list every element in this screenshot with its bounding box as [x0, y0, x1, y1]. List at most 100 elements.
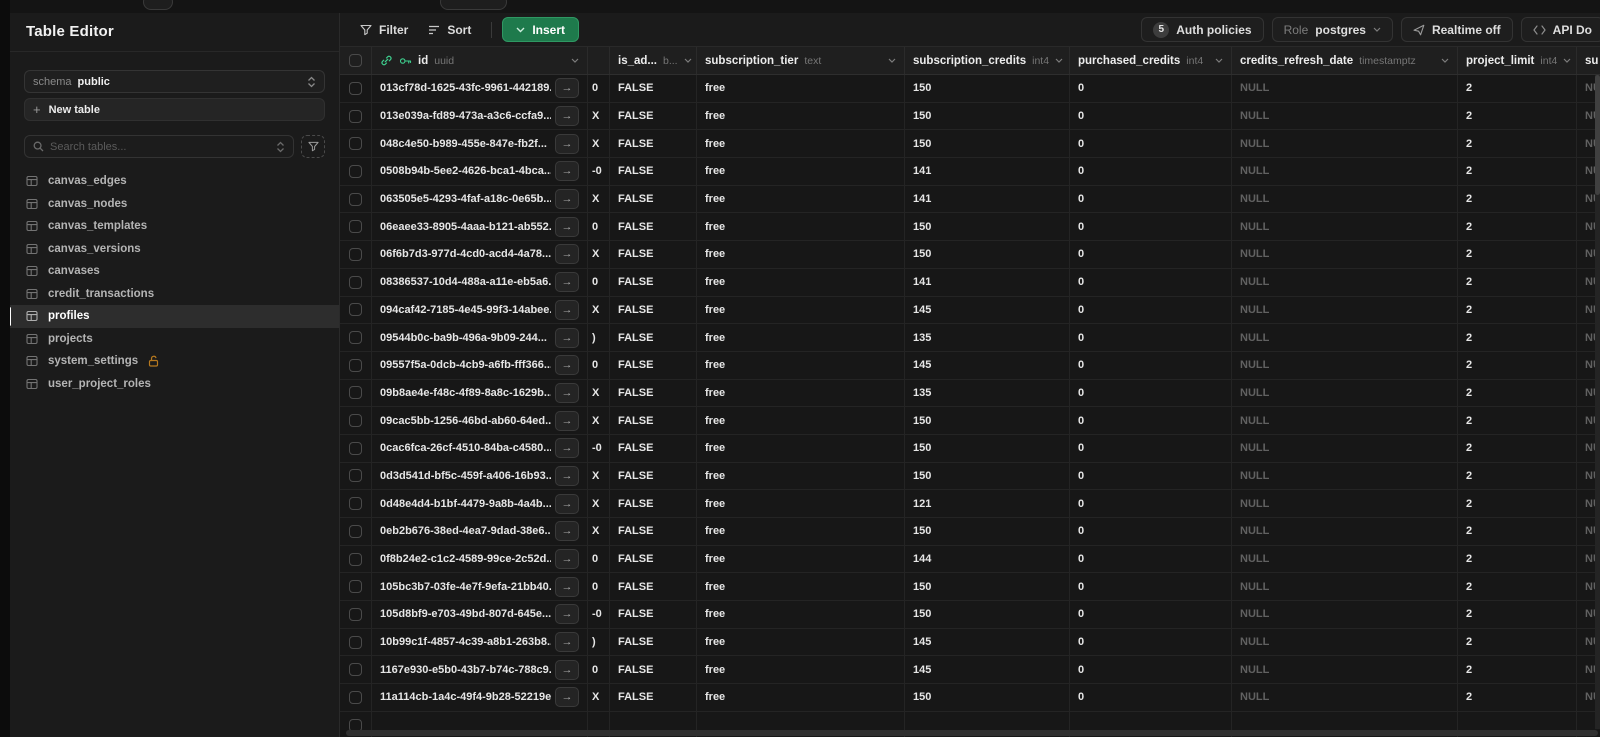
expand-row-button[interactable]: →: [555, 189, 579, 210]
cell-project-limit[interactable]: 2: [1458, 324, 1577, 351]
cell-id[interactable]: 09557f5a-0dcb-4cb9-a6fb-fff366... →: [372, 351, 588, 379]
sort-button[interactable]: Sort: [418, 18, 481, 42]
table-row[interactable]: 09557f5a-0dcb-4cb9-a6fb-fff366... → 0 FA…: [340, 351, 1600, 380]
cell-project-limit[interactable]: 2: [1458, 462, 1577, 490]
column-header-project-limit[interactable]: project_limit int4: [1458, 47, 1577, 74]
cell-credits-refresh-date[interactable]: NULL: [1232, 628, 1458, 656]
cell-clipped[interactable]: X: [588, 462, 610, 490]
cell-id[interactable]: 094caf42-7185-4e45-99f3-14abee... →: [372, 296, 588, 324]
cell-is-admin[interactable]: FALSE: [610, 490, 697, 517]
insert-button[interactable]: Insert: [502, 17, 580, 42]
cell-is-admin[interactable]: FALSE: [610, 158, 697, 185]
cell-clipped[interactable]: -0: [588, 601, 610, 628]
cell-subscription-tier[interactable]: free: [697, 102, 905, 130]
cell-subscription-tier[interactable]: free: [697, 518, 905, 545]
cell-subscription-tier[interactable]: free: [697, 296, 905, 324]
cell-id[interactable]: 063505e5-4293-4faf-a18c-0e65b... →: [372, 185, 588, 213]
cell-purchased-credits[interactable]: 0: [1070, 241, 1232, 268]
table-row[interactable]: 013cf78d-1625-43fc-9961-442189... → 0 FA…: [340, 75, 1600, 103]
cell-subscription-credits[interactable]: 150: [905, 75, 1070, 102]
cell-purchased-credits[interactable]: 0: [1070, 75, 1232, 102]
cell-id[interactable]: 0cac6fca-26cf-4510-84ba-c4580... →: [372, 434, 588, 462]
expand-row-button[interactable]: →: [555, 659, 579, 680]
cell-clipped[interactable]: 0: [588, 351, 610, 379]
cell-subscription-credits[interactable]: 150: [905, 434, 1070, 462]
cell-credits-refresh-date[interactable]: NULL: [1232, 656, 1458, 684]
row-checkbox[interactable]: [349, 358, 362, 372]
table-row[interactable]: 06eaee33-8905-4aaa-b121-ab552... → 0 FAL…: [340, 213, 1600, 242]
expand-row-button[interactable]: →: [555, 272, 579, 293]
cell-project-limit[interactable]: 2: [1458, 518, 1577, 545]
cell-subscription-tier[interactable]: free: [697, 545, 905, 573]
row-checkbox[interactable]: [349, 663, 362, 677]
row-checkbox[interactable]: [349, 247, 362, 261]
cell-project-limit[interactable]: 2: [1458, 545, 1577, 573]
cell-subscription-credits[interactable]: 150: [905, 462, 1070, 490]
cell-id[interactable]: 10b99c1f-4857-4c39-a8b1-263b8... →: [372, 628, 588, 656]
cell-project-limit[interactable]: 2: [1458, 268, 1577, 296]
table-row[interactable]: 048c4e50-b989-455e-847e-fb2f... → X FALS…: [340, 130, 1600, 159]
chevron-down-icon[interactable]: [1563, 58, 1571, 63]
cell-is-admin[interactable]: FALSE: [610, 75, 697, 102]
cell-is-admin[interactable]: FALSE: [610, 351, 697, 379]
table-row[interactable]: 0cac6fca-26cf-4510-84ba-c4580... → -0 FA…: [340, 434, 1600, 463]
cell-is-admin[interactable]: FALSE: [610, 130, 697, 158]
cell-clipped[interactable]: X: [588, 296, 610, 324]
cell-id[interactable]: 013e039a-fd89-473a-a3c6-ccfa9... →: [372, 102, 588, 130]
cell-credits-refresh-date[interactable]: NULL: [1232, 462, 1458, 490]
cell-subscription-credits[interactable]: 150: [905, 407, 1070, 434]
table-row[interactable]: 0508b94b-5ee2-4626-bca1-4bca... → -0 FAL…: [340, 158, 1600, 186]
cell-credits-refresh-date[interactable]: NULL: [1232, 684, 1458, 711]
expand-row-button[interactable]: →: [555, 604, 579, 625]
cell-purchased-credits[interactable]: 0: [1070, 185, 1232, 213]
cell-subscription-tier[interactable]: free: [697, 601, 905, 628]
cell-clipped[interactable]: ): [588, 324, 610, 351]
cell-is-admin[interactable]: FALSE: [610, 601, 697, 628]
cell-purchased-credits[interactable]: 0: [1070, 490, 1232, 517]
row-checkbox[interactable]: [349, 386, 362, 400]
column-header-id[interactable]: id uuid: [372, 47, 588, 74]
cell-id[interactable]: 08386537-10d4-488a-a11e-eb5a6... →: [372, 268, 588, 296]
chevron-down-icon[interactable]: [1441, 58, 1449, 63]
cell-subscription-tier[interactable]: free: [697, 407, 905, 434]
expand-row-button[interactable]: →: [555, 438, 579, 459]
cell-subscription-credits[interactable]: 150: [905, 601, 1070, 628]
cell-clipped[interactable]: X: [588, 684, 610, 711]
api-docs-button[interactable]: API Do: [1520, 17, 1600, 42]
column-header-subscription-credits[interactable]: subscription_credits int4: [905, 47, 1070, 74]
cell-clipped[interactable]: 0: [588, 213, 610, 241]
table-row[interactable]: 11a114cb-1a4c-49f4-9b28-52219ec... → X F…: [340, 684, 1600, 712]
table-row[interactable]: 06f6b7d3-977d-4cd0-acd4-4a78... → X FALS…: [340, 241, 1600, 269]
cell-is-admin[interactable]: FALSE: [610, 518, 697, 545]
cell-credits-refresh-date[interactable]: NULL: [1232, 296, 1458, 324]
cell-is-admin[interactable]: FALSE: [610, 462, 697, 490]
cell-clipped[interactable]: X: [588, 490, 610, 517]
vertical-scrollbar[interactable]: [1595, 75, 1600, 729]
cell-id[interactable]: 09b8ae4e-f48c-4f89-8a8c-1629b... →: [372, 379, 588, 407]
cell-clipped[interactable]: X: [588, 130, 610, 158]
column-header-is-admin[interactable]: is_ad... b...: [610, 47, 697, 74]
cell-subscription-tier[interactable]: free: [697, 684, 905, 711]
cell-subscription-credits[interactable]: 135: [905, 324, 1070, 351]
role-select-button[interactable]: Role postgres: [1271, 17, 1393, 42]
expand-row-button[interactable]: →: [555, 244, 579, 265]
cell-id[interactable]: 1167e930-e5b0-43b7-b74c-788c9... →: [372, 656, 588, 684]
cell-project-limit[interactable]: 2: [1458, 185, 1577, 213]
cell-clipped[interactable]: X: [588, 241, 610, 268]
cell-project-limit[interactable]: 2: [1458, 351, 1577, 379]
cell-project-limit[interactable]: 2: [1458, 601, 1577, 628]
cell-credits-refresh-date[interactable]: NULL: [1232, 518, 1458, 545]
column-header-su-clipped[interactable]: su: [1577, 47, 1600, 74]
row-checkbox[interactable]: [349, 109, 362, 123]
cell-credits-refresh-date[interactable]: NULL: [1232, 102, 1458, 130]
table-row[interactable]: 063505e5-4293-4faf-a18c-0e65b... → X FAL…: [340, 185, 1600, 214]
table-row[interactable]: 09b8ae4e-f48c-4f89-8a8c-1629b... → X FAL…: [340, 379, 1600, 408]
cell-is-admin[interactable]: FALSE: [610, 324, 697, 351]
cell-project-limit[interactable]: 2: [1458, 75, 1577, 102]
row-checkbox[interactable]: [349, 331, 362, 345]
cell-purchased-credits[interactable]: 0: [1070, 684, 1232, 711]
cell-clipped[interactable]: -0: [588, 434, 610, 462]
cell-project-limit[interactable]: 2: [1458, 407, 1577, 434]
cell-subscription-tier[interactable]: free: [697, 434, 905, 462]
cell-credits-refresh-date[interactable]: NULL: [1232, 213, 1458, 241]
